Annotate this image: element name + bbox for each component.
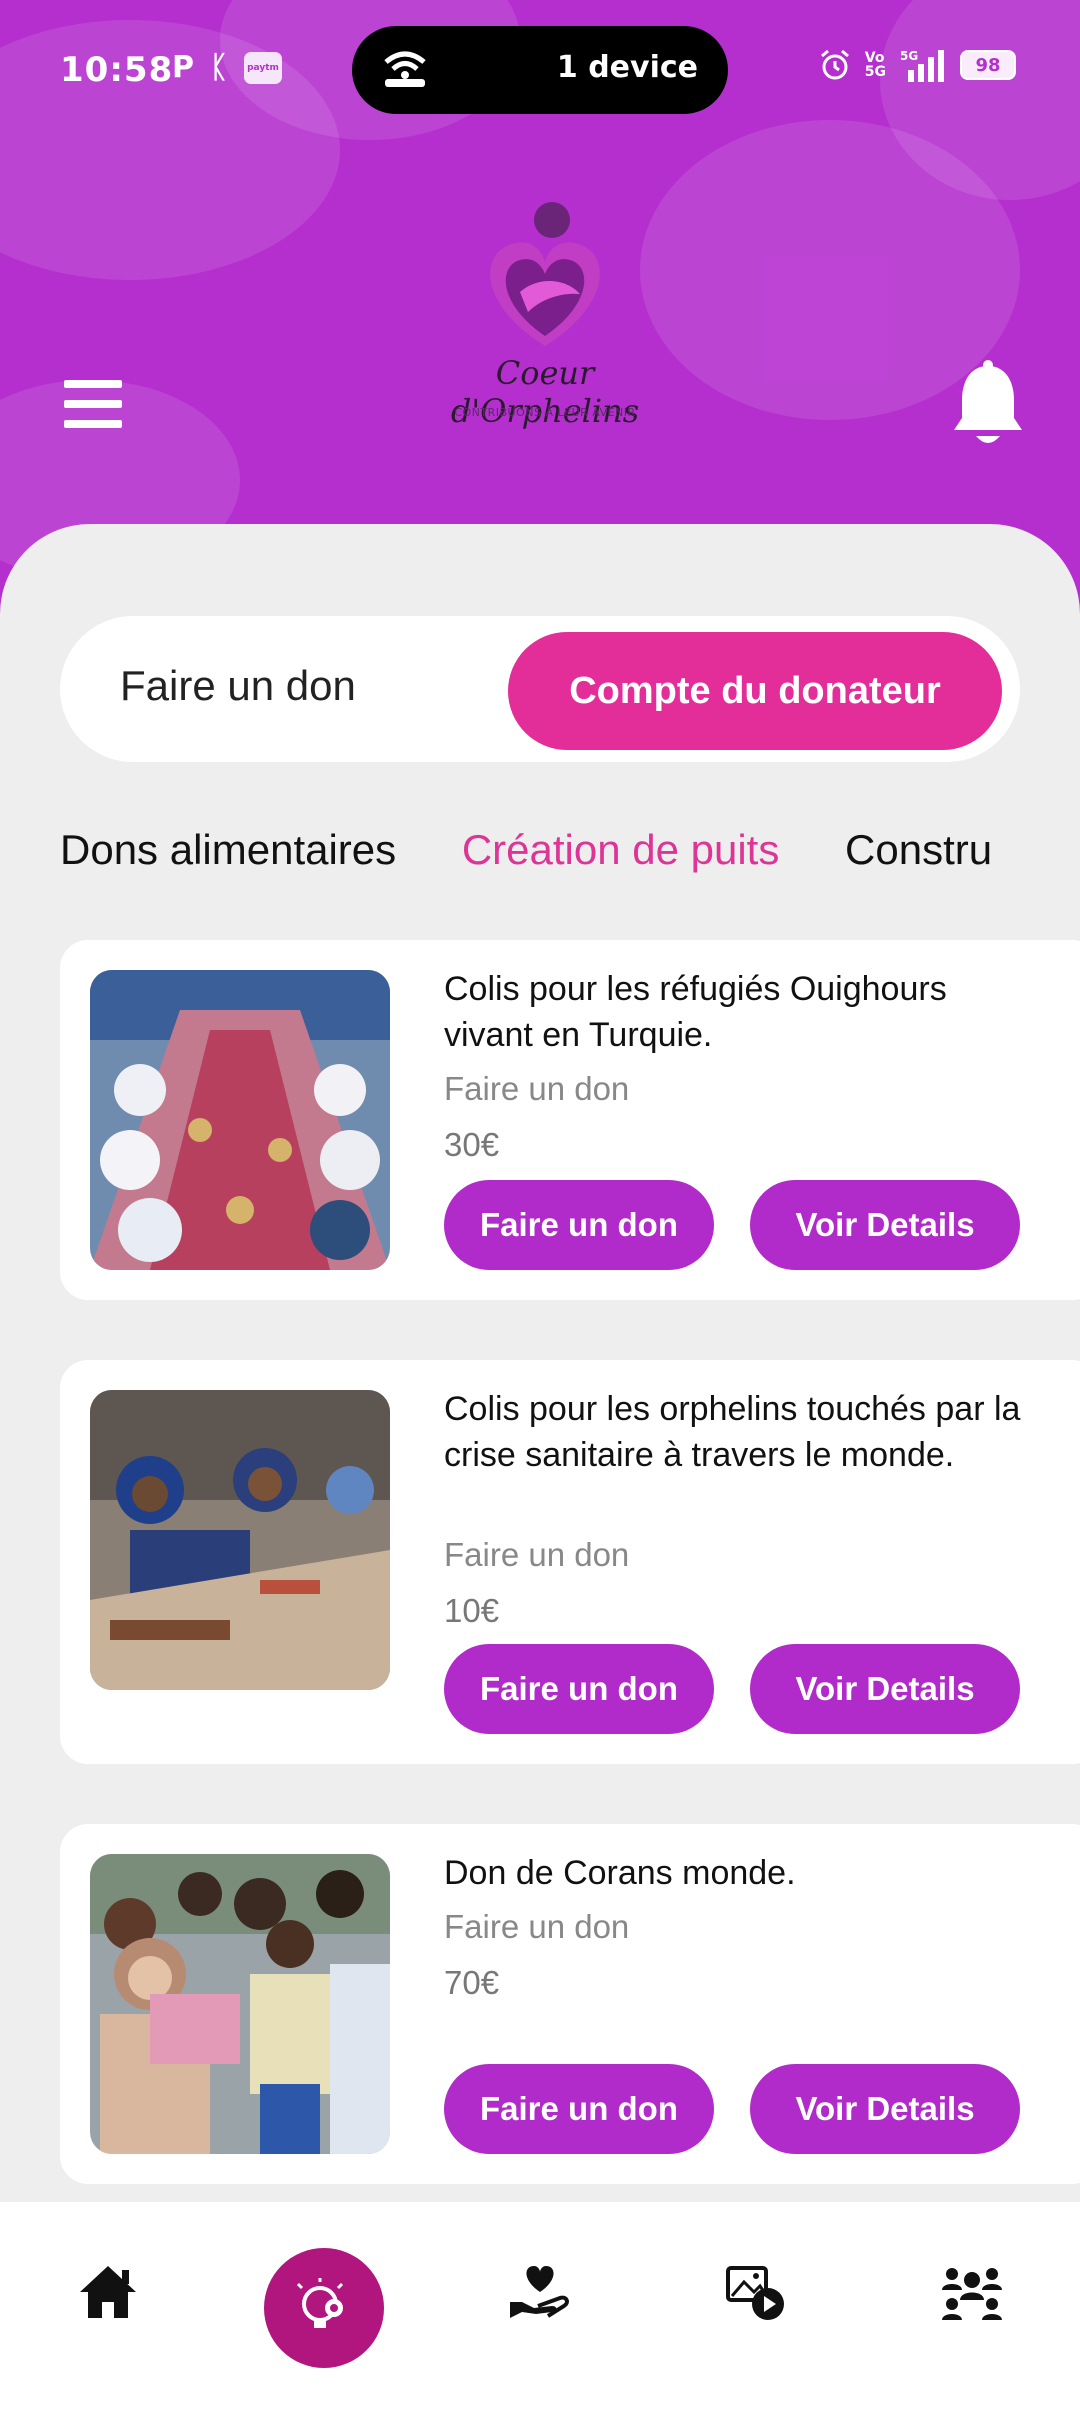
app-notification-icon: ᛕ [210, 50, 228, 85]
donation-mode-toggle: Faire un don Compte du donateur [60, 616, 1020, 762]
menu-line [64, 420, 122, 428]
heart-logo-icon [490, 202, 600, 346]
make-donation-tab[interactable]: Faire un don [120, 662, 356, 710]
nav-charity[interactable] [500, 2252, 580, 2332]
nav-media[interactable] [716, 2252, 796, 2332]
tab-construction[interactable]: Constru [845, 826, 992, 874]
brand-logo: Coeur d'Orphelins CONTRIBUONS À LEUR AVE… [420, 196, 670, 436]
brand-tagline: CONTRIBUONS À LEUR AVENIR [454, 406, 636, 419]
menu-line [64, 400, 122, 408]
card-subtitle: Faire un don [444, 1908, 630, 1945]
view-details-button[interactable]: Voir Details [750, 1644, 1020, 1734]
donate-button[interactable]: Faire un don [444, 2064, 714, 2154]
donate-button[interactable]: Faire un don [444, 1180, 714, 1270]
status-notification-icons: P ᛕ paytm [172, 50, 282, 85]
nav-community[interactable] [932, 2252, 1012, 2332]
category-tabs: Dons alimentaires Création de puits Cons… [60, 826, 1080, 886]
card-photo-children-meal [90, 970, 390, 1270]
dynamic-island[interactable]: 1 device [352, 26, 728, 114]
tab-creation-de-puits[interactable]: Création de puits [462, 826, 780, 874]
photo-placeholder [90, 970, 390, 1270]
card-photo-children-quran [90, 1854, 390, 2154]
svg-text:5G: 5G [900, 49, 918, 63]
card-subtitle: Faire un don [444, 1070, 630, 1107]
signal-icon: 5G [900, 49, 944, 82]
nav-home[interactable] [68, 2252, 148, 2332]
card-title: Don de Corans monde. [444, 1854, 796, 1892]
card-price: 70€ [444, 1964, 500, 2001]
status-system-icons: Vo 5G 5G 98 [819, 48, 1016, 82]
alarm-icon [820, 49, 849, 80]
donor-account-tab[interactable]: Compte du donateur [508, 632, 1002, 750]
photo-placeholder [90, 1390, 390, 1690]
donation-card: Colis pour les réfugiés Ouighours vivant… [60, 940, 1080, 1300]
battery-icon: 98 [960, 50, 1016, 80]
nav-ideas-active[interactable] [264, 2248, 384, 2368]
community-group-icon [942, 2268, 1002, 2320]
tab-dons-alimentaires[interactable]: Dons alimentaires [60, 826, 396, 874]
status-time: 10:58 [60, 50, 174, 90]
view-details-button[interactable]: Voir Details [750, 2064, 1020, 2154]
donation-card: Don de Corans monde. Faire un don 70€ Fa… [60, 1824, 1080, 2184]
status-bar: 10:58 P ᛕ paytm 1 device Vo 5G 5G 98 [0, 0, 1080, 140]
idea-gear-icon [296, 2278, 344, 2328]
media-gallery-icon [726, 2266, 784, 2320]
bottom-navigation [0, 2202, 1080, 2412]
charity-hand-heart-icon [510, 2266, 569, 2318]
connected-devices-label: 1 device [556, 50, 698, 85]
card-title: Colis pour les orphelins touchés par la … [444, 1390, 1021, 1474]
card-price: 30€ [444, 1126, 500, 1163]
notification-bell-icon[interactable] [952, 360, 1024, 450]
card-photo-children-classroom [90, 1390, 390, 1690]
card-price: 10€ [444, 1592, 500, 1629]
donation-card: Colis pour les orphelins touchés par la … [60, 1360, 1080, 1764]
card-subtitle: Faire un don [444, 1536, 630, 1573]
parking-icon: P [172, 50, 194, 85]
hotspot-icon [384, 51, 426, 87]
donate-button[interactable]: Faire un don [444, 1644, 714, 1734]
home-icon [80, 2266, 136, 2318]
card-title: Colis pour les réfugiés Ouighours vivant… [444, 970, 947, 1054]
hamburger-menu-icon[interactable] [64, 380, 122, 428]
view-details-button[interactable]: Voir Details [750, 1180, 1020, 1270]
photo-placeholder [90, 1854, 390, 2154]
menu-line [64, 380, 122, 388]
volte-icon: Vo 5G [864, 50, 886, 80]
paytm-icon: paytm [244, 51, 282, 84]
